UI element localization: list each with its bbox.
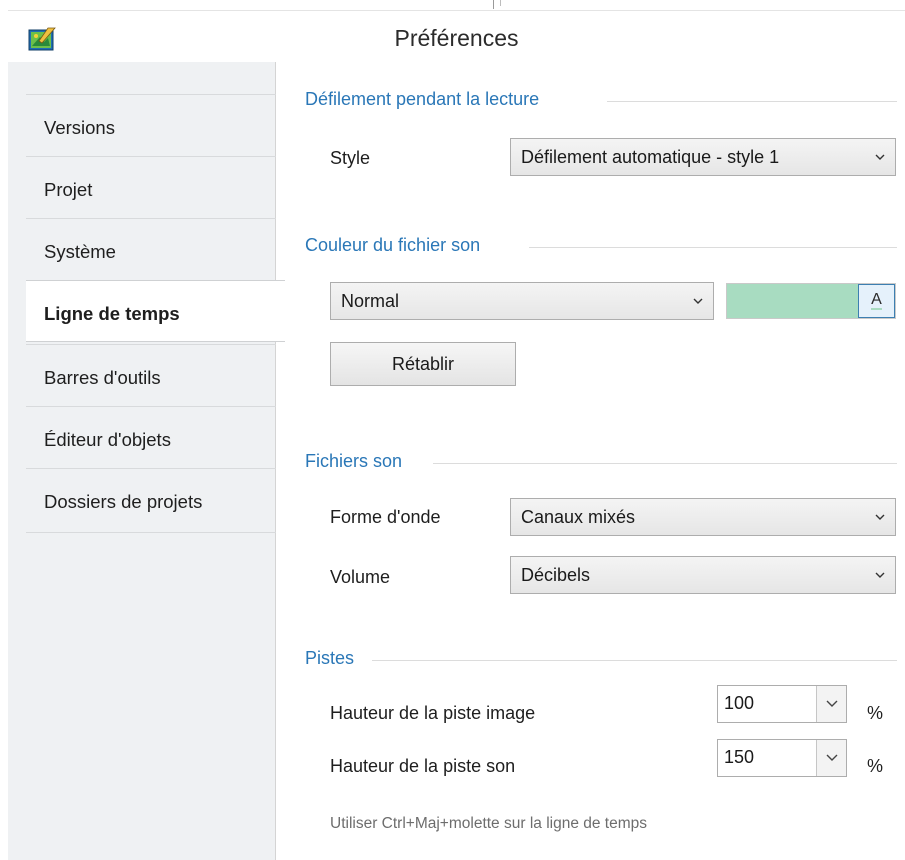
sound-track-dropdown-button[interactable] <box>816 740 846 776</box>
timeline-hint: Utiliser Ctrl+Maj+molette sur la ligne d… <box>330 815 648 832</box>
edge-tick <box>493 0 494 9</box>
sound-track-label: Hauteur de la piste son <box>330 756 516 776</box>
sidebar-item-versions[interactable]: Versions <box>26 94 276 156</box>
sidebar-item-barres-doutils[interactable]: Barres d'outils <box>26 344 276 406</box>
image-track-dropdown-button[interactable] <box>816 686 846 722</box>
image-track-height-value: 100 <box>724 693 755 713</box>
image-track-label: Hauteur de la piste image <box>330 703 536 723</box>
sidebar-divider <box>26 532 276 533</box>
section-divider <box>607 101 897 102</box>
section-divider <box>372 660 897 661</box>
style-label: Style <box>330 148 371 168</box>
section-divider <box>529 247 897 248</box>
window-title: Préférences <box>394 25 519 51</box>
section-title-sound-color: Couleur du fichier son <box>305 235 481 255</box>
sidebar-item-dossiers-de-projets[interactable]: Dossiers de projets <box>26 468 276 530</box>
sound-color-mode-select[interactable]: Normal <box>330 282 714 320</box>
title-bar: Préférences <box>8 10 905 62</box>
window-left-edge <box>0 62 8 860</box>
waveform-select[interactable]: Canaux mixés <box>510 498 896 536</box>
section-title-scroll: Défilement pendant la lecture <box>305 89 540 109</box>
volume-label: Volume <box>330 567 391 587</box>
chevron-down-icon <box>875 572 885 578</box>
color-picker-label: A <box>871 291 882 308</box>
chevron-down-icon <box>875 514 885 520</box>
color-picker-button[interactable]: A <box>858 284 895 318</box>
chevron-down-icon <box>826 700 838 707</box>
waveform-value: Canaux mixés <box>521 507 636 527</box>
sound-track-unit: % <box>867 756 884 776</box>
scroll-style-select[interactable]: Défilement automatique - style 1 <box>510 138 896 176</box>
chevron-down-icon <box>826 754 838 761</box>
waveform-label: Forme d'onde <box>330 507 441 527</box>
preferences-panel: Défilement pendant la lecture Style Défi… <box>277 62 905 860</box>
section-divider <box>433 463 897 464</box>
volume-select[interactable]: Décibels <box>510 556 896 594</box>
image-track-unit: % <box>867 703 884 723</box>
image-track-height-input[interactable]: 100 <box>717 685 847 723</box>
sidebar-item-editeur-dobjets[interactable]: Éditeur d'objets <box>26 406 276 468</box>
sound-track-height-input[interactable]: 150 <box>717 739 847 777</box>
sidebar-item-systeme[interactable]: Système <box>26 218 276 280</box>
section-title-tracks: Pistes <box>305 648 355 668</box>
section-title-sound-files: Fichiers son <box>305 451 403 471</box>
volume-value: Décibels <box>521 565 591 585</box>
top-edge <box>0 0 905 10</box>
sidebar-item-projet[interactable]: Projet <box>26 156 276 218</box>
sound-track-height-value: 150 <box>724 747 755 767</box>
sound-color-mode-value: Normal <box>341 291 400 311</box>
reset-button[interactable]: Rétablir <box>330 342 516 386</box>
color-underline <box>871 308 882 310</box>
scroll-style-value: Défilement automatique - style 1 <box>521 147 780 167</box>
chevron-down-icon <box>875 154 885 160</box>
chevron-down-icon <box>693 298 703 304</box>
sidebar-item-ligne-de-temps[interactable]: Ligne de temps <box>26 280 285 342</box>
edge-tick <box>500 0 501 6</box>
sidebar: Versions Projet Système Ligne de temps B… <box>8 62 285 860</box>
